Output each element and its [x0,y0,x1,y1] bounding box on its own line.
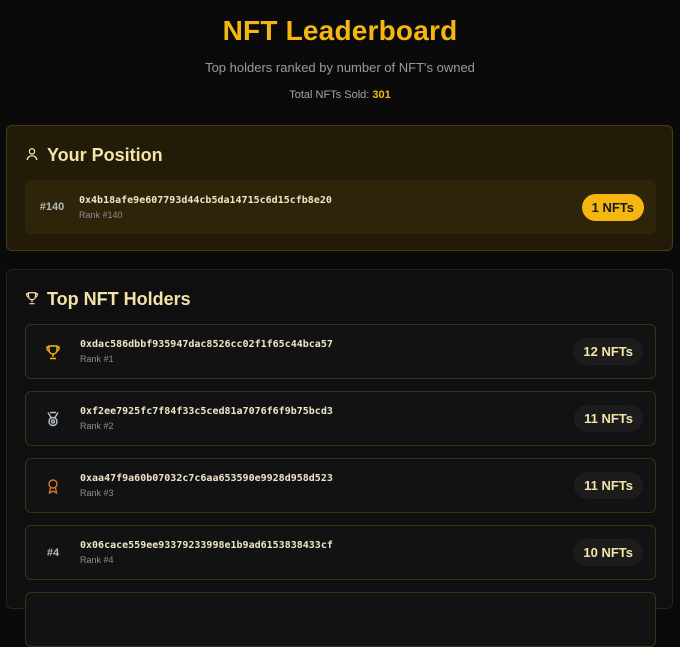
rank-text: Rank #2 [80,421,114,431]
user-icon [25,145,39,166]
rank-text: Rank #4 [80,555,114,565]
total-value: 301 [372,89,391,101]
nft-count-badge: 11 NFTs [574,472,643,499]
holder-row-2[interactable]: 0xf2ee7925fc7f84f33c5ced81a7076f6f9b75bc… [25,391,656,446]
page-header: NFT Leaderboard Top holders ranked by nu… [0,0,680,101]
rank-text: Rank #140 [79,209,123,220]
holder-row-4[interactable]: #4 0x06cace559ee93379233998e1b9ad6153838… [25,525,656,580]
nft-count-badge: 1 NFTs [581,193,644,221]
rank-text: Rank #3 [80,488,114,498]
rank-number: #4 [46,546,60,559]
your-position-title: Your Position [47,145,163,165]
your-position-row[interactable]: #140 0x4b18afe9e607793d44cb5da14715c6d15… [25,180,656,234]
wallet-address: 0x06cace559ee93379233998e1b9ad6153838433… [80,540,333,551]
total-label: Total NFTs Sold: [289,89,370,101]
holder-row-5[interactable] [25,592,656,647]
nft-count-badge: 11 NFTs [574,405,643,432]
your-position-heading: Your Position [25,145,163,166]
holder-row-1[interactable]: 0xdac586dbbf935947dac8526cc02f1f65c44bca… [25,324,656,379]
rank-number: #140 [39,201,65,213]
wallet-address: 0x4b18afe9e607793d44cb5da14715c6d15cfb8e… [79,194,332,206]
your-position-panel: Your Position #140 0x4b18afe9e607793d44c… [6,125,673,251]
wallet-address: 0xaa47f9a60b07032c7c6aa653590e9928d958d5… [80,473,333,484]
wallet-address: 0xf2ee7925fc7f84f33c5ced81a7076f6f9b75bc… [80,406,333,417]
top-holders-heading: Top NFT Holders [25,289,191,310]
total-nfts-sold: Total NFTs Sold: 301 [0,89,680,101]
page-title: NFT Leaderboard [222,15,458,46]
top-holders-title: Top NFT Holders [47,289,191,309]
wallet-address: 0xdac586dbbf935947dac8526cc02f1f65c44bca… [80,339,333,350]
medal-icon [26,411,80,427]
top-holders-panel: Top NFT Holders 0xdac586dbbf935947dac852… [6,269,673,647]
nft-count-badge: 10 NFTs [573,539,643,566]
nft-count-badge: 12 NFTs [573,338,643,365]
trophy-icon [26,344,80,360]
award-icon [26,478,80,494]
trophy-icon [25,289,39,310]
page-subtitle: Top holders ranked by number of NFT's ow… [205,60,475,75]
rank-text: Rank #1 [80,354,114,364]
holder-row-3[interactable]: 0xaa47f9a60b07032c7c6aa653590e9928d958d5… [25,458,656,513]
